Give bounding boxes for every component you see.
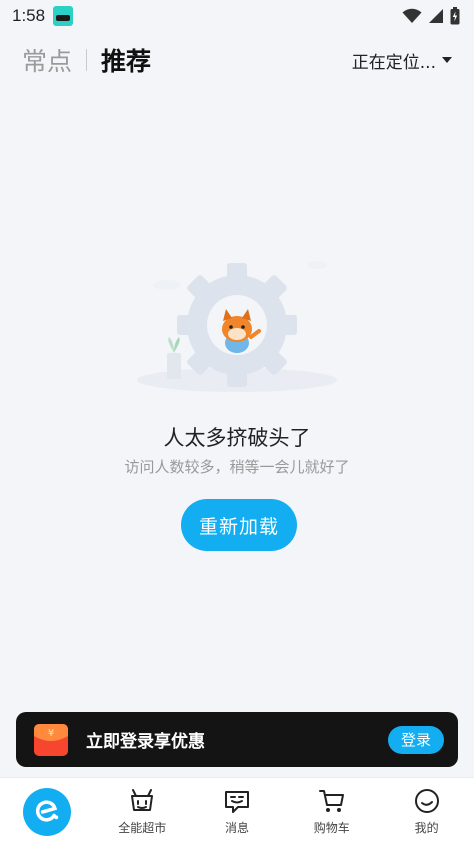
tab-frequent[interactable]: 常点	[22, 42, 72, 78]
tab-recommended[interactable]: 推荐	[101, 42, 151, 78]
nav-item-messages[interactable]: 消息	[190, 778, 285, 843]
error-title: 人太多挤破头了	[163, 426, 311, 450]
app-screen: 1:58 常点 推荐 正在定位... 人太多挤破头了 访问人数较多，稍等一会儿就…	[0, 0, 474, 843]
coupon-symbol: ¥	[48, 728, 54, 739]
app-notification-icon	[53, 6, 74, 26]
nav-label-profile: 我的	[414, 821, 439, 835]
nav-item-home[interactable]	[0, 778, 95, 843]
nav-label-messages: 消息	[224, 821, 249, 835]
eleme-logo-icon	[23, 788, 72, 836]
status-left: 1:58	[12, 6, 74, 26]
location-text: 正在定位...	[351, 52, 436, 73]
bottom-nav: 全能超市 消息 购物车 我的	[0, 777, 474, 843]
nav-item-supermarket[interactable]: 全能超市	[95, 778, 190, 843]
message-icon	[224, 791, 249, 813]
status-time: 1:58	[12, 6, 46, 25]
profile-icon	[414, 789, 439, 813]
status-bar: 1:58	[0, 0, 474, 32]
tab-divider	[86, 49, 88, 71]
cart-icon	[318, 790, 344, 812]
nav-label-cart: 购物车	[313, 821, 350, 835]
status-right	[402, 7, 460, 25]
signal-icon	[429, 9, 443, 23]
nav-label-supermarket: 全能超市	[118, 821, 167, 835]
location-selector[interactable]: 正在定位...	[352, 48, 452, 73]
error-subtitle: 访问人数较多，稍等一会儿就好了	[124, 458, 350, 476]
wifi-icon	[402, 8, 422, 23]
caret-down-icon	[442, 57, 452, 63]
reload-button[interactable]: 重新加载	[181, 499, 297, 551]
supermarket-icon	[131, 789, 154, 811]
battery-icon	[450, 7, 460, 25]
banner-text: 立即登录享优惠	[86, 732, 205, 752]
header: 常点 推荐 正在定位...	[0, 38, 474, 82]
login-banner[interactable]: ¥ 立即登录享优惠 登录	[16, 712, 458, 767]
nav-item-cart[interactable]: 购物车	[284, 778, 379, 843]
banner-login-button[interactable]: 登录	[388, 725, 444, 754]
error-illustration	[137, 261, 337, 392]
red-envelope-icon: ¥	[34, 723, 68, 756]
nav-item-profile[interactable]: 我的	[379, 778, 474, 843]
